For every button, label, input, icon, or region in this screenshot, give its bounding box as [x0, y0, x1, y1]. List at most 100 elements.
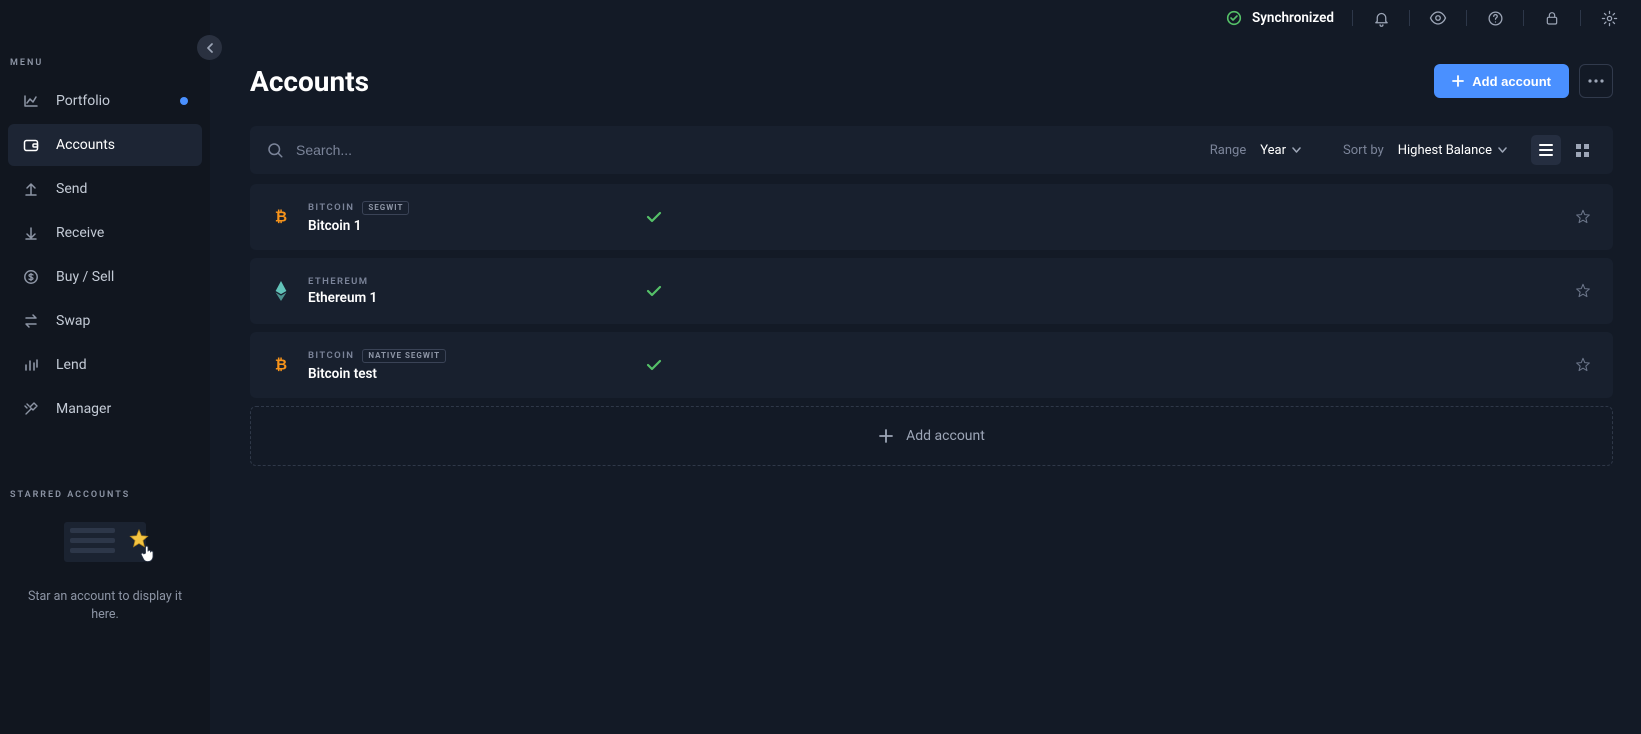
search-input[interactable] [296, 142, 596, 158]
check-icon [646, 359, 662, 371]
account-name: Bitcoin test [308, 366, 628, 382]
cursor-hand-icon [138, 544, 158, 564]
accounts-toolbar: Range Year Sort by Highest Balance [250, 126, 1613, 174]
sidebar-collapse-button[interactable] [197, 35, 222, 60]
starred-empty-illustration [64, 522, 146, 562]
grid-view-button[interactable] [1567, 135, 1597, 165]
sync-status: Synchronized [1226, 10, 1334, 26]
search-box [266, 141, 1196, 159]
list-view-button[interactable] [1531, 135, 1561, 165]
ethereum-icon [272, 282, 290, 300]
add-account-row[interactable]: Add account [250, 406, 1613, 466]
sidebar-item-buy-sell[interactable]: Buy / Sell [8, 256, 202, 298]
star-button[interactable] [1575, 283, 1591, 299]
header-actions: Add account [1434, 64, 1613, 98]
divider [1580, 10, 1581, 26]
check-icon [646, 285, 662, 297]
bitcoin-icon: ₿ [272, 356, 290, 374]
add-account-row-label: Add account [906, 428, 985, 444]
arrow-down-icon [22, 224, 40, 242]
sidebar-item-label: Portfolio [56, 93, 110, 109]
wallet-icon [22, 136, 40, 154]
lock-icon [1544, 10, 1560, 26]
bars-icon [22, 356, 40, 374]
sidebar-item-label: Lend [56, 357, 87, 373]
dollar-circle-icon [22, 268, 40, 286]
chevron-left-icon [206, 43, 214, 53]
account-row[interactable]: ₿ BITCOIN NATIVE SEGWIT Bitcoin test [250, 332, 1613, 398]
lock-button[interactable] [1542, 8, 1562, 28]
add-account-label: Add account [1472, 74, 1551, 89]
account-meta: BITCOIN NATIVE SEGWIT Bitcoin test [308, 349, 628, 382]
main-nav: Portfolio Accounts Send Receive B [8, 80, 202, 430]
divider [1409, 10, 1410, 26]
star-button[interactable] [1575, 357, 1591, 373]
grid-icon [1576, 144, 1589, 157]
swap-icon [22, 312, 40, 330]
sort-label: Sort by [1343, 143, 1384, 158]
sidebar-item-send[interactable]: Send [8, 168, 202, 210]
dots-horizontal-icon [1588, 79, 1604, 83]
account-name: Ethereum 1 [308, 290, 628, 306]
account-row[interactable]: ₿ BITCOIN SEGWIT Bitcoin 1 [250, 184, 1613, 250]
sidebar-item-label: Buy / Sell [56, 269, 114, 285]
content-area: Accounts Add account Range Year [210, 36, 1641, 466]
starred-empty-text: Star an account to display it here. [8, 588, 202, 624]
sidebar-item-label: Manager [56, 401, 111, 417]
account-badge: SEGWIT [362, 201, 409, 215]
add-account-button[interactable]: Add account [1434, 64, 1569, 98]
coin-label: BITCOIN [308, 202, 354, 213]
chevron-down-icon [1498, 147, 1507, 153]
plus-icon [878, 428, 894, 444]
account-meta: BITCOIN SEGWIT Bitcoin 1 [308, 201, 628, 234]
sidebar-item-receive[interactable]: Receive [8, 212, 202, 254]
notifications-button[interactable] [1371, 8, 1391, 28]
divider [1523, 10, 1524, 26]
account-name: Bitcoin 1 [308, 218, 628, 234]
starred-section: STARRED ACCOUNTS Star an account to disp… [8, 490, 202, 624]
sort-dropdown[interactable]: Highest Balance [1398, 143, 1507, 158]
range-label: Range [1210, 143, 1246, 158]
plus-icon [1452, 75, 1464, 87]
account-meta: ETHEREUM Ethereum 1 [308, 276, 628, 306]
search-icon [266, 141, 284, 159]
sidebar-item-label: Send [56, 181, 87, 197]
bell-icon [1373, 10, 1390, 27]
chevron-down-icon [1292, 147, 1301, 153]
topbar: Synchronized [210, 0, 1641, 36]
sidebar-item-swap[interactable]: Swap [8, 300, 202, 342]
account-row[interactable]: ETHEREUM Ethereum 1 [250, 258, 1613, 324]
coin-label: ETHEREUM [308, 276, 369, 287]
page-header: Accounts Add account [250, 64, 1613, 98]
divider [1352, 10, 1353, 26]
sidebar-item-portfolio[interactable]: Portfolio [8, 80, 202, 122]
visibility-button[interactable] [1428, 8, 1448, 28]
sidebar-item-manager[interactable]: Manager [8, 388, 202, 430]
star-outline-icon [1575, 357, 1591, 373]
sidebar-item-label: Receive [56, 225, 104, 241]
svg-text:₿: ₿ [275, 356, 287, 374]
sort-value: Highest Balance [1398, 143, 1492, 158]
eye-icon [1429, 9, 1447, 27]
help-circle-icon [1487, 10, 1504, 27]
account-badge: NATIVE SEGWIT [362, 349, 446, 363]
star-button[interactable] [1575, 209, 1591, 225]
menu-section-label: MENU [8, 58, 202, 80]
range-dropdown[interactable]: Year [1260, 143, 1301, 158]
gear-icon [1601, 10, 1618, 27]
sidebar: MENU Portfolio Accounts Send Recei [0, 0, 210, 734]
divider [1466, 10, 1467, 26]
list-icon [1539, 144, 1553, 156]
settings-button[interactable] [1599, 8, 1619, 28]
chart-line-icon [22, 92, 40, 110]
sidebar-item-accounts[interactable]: Accounts [8, 124, 202, 166]
main-content: Synchronized Accounts Add acc [210, 0, 1641, 734]
page-title: Accounts [250, 65, 369, 98]
help-button[interactable] [1485, 8, 1505, 28]
bitcoin-icon: ₿ [272, 208, 290, 226]
account-list: ₿ BITCOIN SEGWIT Bitcoin 1 [250, 184, 1613, 466]
more-options-button[interactable] [1579, 64, 1613, 98]
coin-label: BITCOIN [308, 350, 354, 361]
check-circle-icon [1226, 10, 1242, 26]
sidebar-item-lend[interactable]: Lend [8, 344, 202, 386]
